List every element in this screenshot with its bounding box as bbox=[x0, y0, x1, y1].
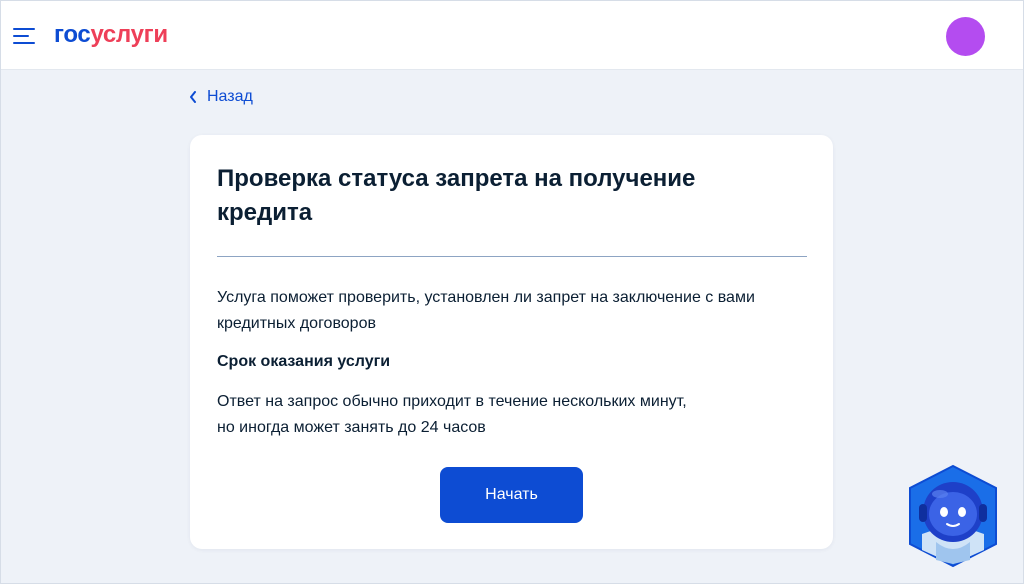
user-avatar[interactable] bbox=[946, 17, 985, 56]
term-description: Ответ на запрос обычно приходит в течени… bbox=[217, 389, 807, 441]
page-title: Проверка статуса запрета на получение кр… bbox=[217, 165, 696, 226]
logo-part-uslugi: услуги bbox=[90, 21, 168, 48]
back-label: Назад bbox=[207, 88, 253, 105]
term-line-2: но иногда может занять до 24 часов bbox=[217, 419, 486, 436]
logo-part-gos: гос bbox=[54, 21, 91, 48]
service-description: Услуга поможет проверить, установлен ли … bbox=[217, 289, 755, 332]
term-heading: Срок оказания услуги bbox=[217, 353, 391, 370]
hamburger-menu-icon[interactable] bbox=[13, 27, 37, 45]
start-button[interactable]: Начать bbox=[440, 467, 583, 523]
gosuslugi-logo[interactable]: госуслуги bbox=[54, 20, 168, 50]
chevron-left-icon bbox=[190, 91, 196, 103]
service-card: Проверка статуса запрета на получение кр… bbox=[190, 135, 833, 549]
divider bbox=[217, 256, 807, 257]
back-link[interactable]: Назад bbox=[189, 86, 253, 108]
top-header: госуслуги bbox=[1, 1, 1023, 70]
page: госуслуги Назад Проверка статуса запрета… bbox=[0, 0, 1024, 584]
term-line-1: Ответ на запрос обычно приходит в течени… bbox=[217, 393, 687, 410]
robot-assistant-icon[interactable] bbox=[906, 464, 1000, 568]
